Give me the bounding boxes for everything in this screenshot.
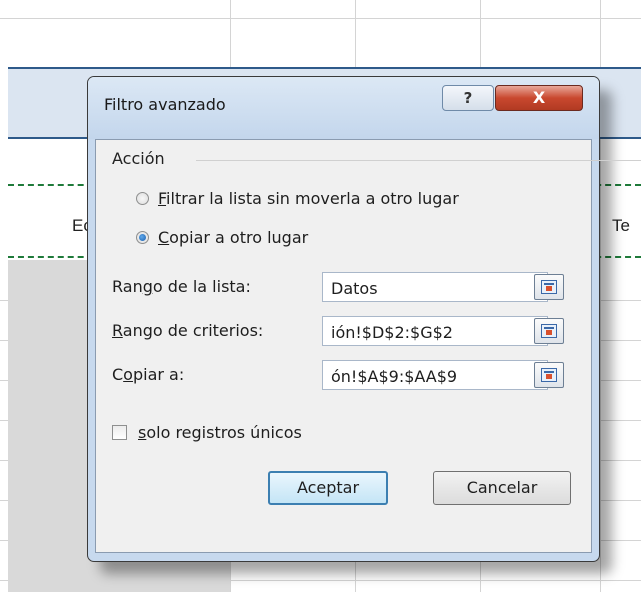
criteria-range-input[interactable]: ión!$D$2:$G$2 [322,316,548,346]
list-range-label: Rango de la lista: [112,277,251,296]
unique-records-label[interactable]: solo registros únicos [138,423,302,442]
list-range-collapse-button[interactable] [534,274,564,300]
copy-to-input[interactable]: ón!$A$9:$AA$9 [322,360,548,390]
collapse-dialog-icon [541,280,557,294]
group-divider [196,160,641,161]
unique-records-checkbox[interactable] [112,425,127,440]
criteria-range-label: Rango de criterios: [112,321,264,340]
copy-to-collapse-button[interactable] [534,362,564,388]
copy-to-label: Copiar a: [112,365,185,384]
criteria-range-collapse-button[interactable] [534,318,564,344]
radio-copy-to-location[interactable]: Copiar a otro lugar [136,228,308,247]
cancel-button[interactable]: Cancelar [433,471,571,505]
ok-button[interactable]: Aceptar [268,471,388,505]
help-icon[interactable]: ? [442,85,494,111]
radio-filter-in-place[interactable]: Filtrar la lista sin moverla a otro luga… [136,189,459,208]
cell-text-right[interactable]: Te [612,216,630,236]
group-label-action: Acción [112,149,165,168]
collapse-dialog-icon [541,324,557,338]
close-icon[interactable]: X [495,85,583,111]
radio-button-icon[interactable] [136,192,149,205]
radio-button-selected-icon[interactable] [136,231,149,244]
dialog-title: Filtro avanzado [104,95,226,114]
dialog-titlebar[interactable]: Filtro avanzado ? X [88,77,599,139]
collapse-dialog-icon [541,368,557,382]
list-range-input[interactable]: Datos [322,272,548,302]
advanced-filter-dialog: Filtro avanzado ? X Acción Filtrar la li… [87,76,641,562]
